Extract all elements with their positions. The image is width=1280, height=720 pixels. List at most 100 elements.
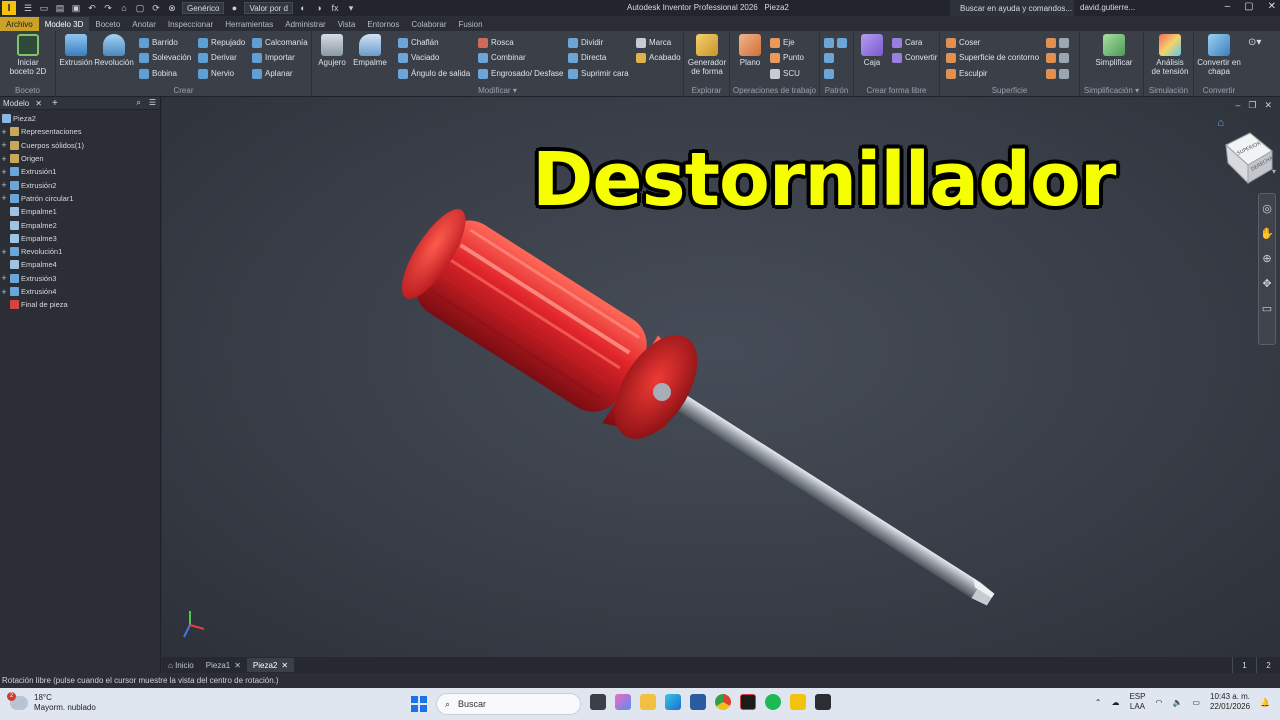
close-tab-icon[interactable]: ✕ — [234, 661, 241, 670]
tab-archivo[interactable]: Archivo — [0, 17, 39, 31]
surface-tools-1[interactable] — [1046, 36, 1072, 49]
group-label-modificar[interactable]: Modificar ▾ — [312, 86, 683, 95]
steering-wheel-icon[interactable]: ◎ — [1262, 202, 1272, 215]
copilot-icon[interactable] — [615, 694, 631, 710]
expand-icon[interactable]: + — [0, 193, 8, 203]
weather-widget[interactable]: 2 18°C Mayorm. nublado — [7, 692, 96, 713]
sketch-pattern-button[interactable] — [824, 67, 837, 80]
expand-icon[interactable]: + — [0, 154, 8, 164]
maximize-icon[interactable]: ▢ — [1244, 1, 1253, 12]
tree-root[interactable]: Pieza2 — [0, 112, 160, 125]
revolution-button[interactable]: Revolución — [94, 34, 134, 67]
surface-tools-2[interactable] — [1046, 51, 1072, 64]
add-browser-tab-icon[interactable]: + — [52, 98, 58, 109]
shell-button[interactable]: Vaciado — [398, 51, 439, 64]
circ-pattern-button[interactable] — [824, 51, 837, 64]
language-indicator[interactable]: ESP LAA — [1129, 692, 1145, 712]
axis-button[interactable]: Eje — [770, 36, 795, 49]
app-icon[interactable] — [740, 694, 756, 710]
rect-pattern-button[interactable] — [824, 36, 850, 49]
cancel-icon[interactable]: ⊗ — [166, 2, 178, 14]
file-explorer-icon[interactable] — [640, 694, 656, 710]
windows-start-icon[interactable] — [411, 696, 427, 712]
page-1[interactable]: 1 — [1232, 657, 1256, 673]
page-2[interactable]: 2 — [1256, 657, 1280, 673]
home-icon[interactable]: ⌂ — [118, 2, 130, 14]
tree-node[interactable]: Empalme1 — [0, 205, 160, 218]
expand-icon[interactable]: + — [0, 287, 8, 297]
material-combo[interactable]: Genérico — [182, 2, 225, 14]
tree-node[interactable]: + Extrusión3 — [0, 272, 160, 285]
tab-inspeccionar[interactable]: Inspeccionar — [162, 17, 219, 31]
draft-button[interactable]: Ángulo de salida — [398, 67, 470, 80]
tree-node[interactable]: + Extrusión1 — [0, 165, 160, 178]
sweep-button[interactable]: Barrido — [139, 36, 178, 49]
close-tab-icon[interactable]: ✕ — [281, 661, 288, 670]
tree-node[interactable]: + Cuerpos sólidos(1) — [0, 139, 160, 152]
browser-tab-modelo[interactable]: Modelo — [3, 99, 29, 108]
convert-sheet-metal-button[interactable]: Convertir en chapa — [1196, 34, 1242, 76]
qat-more-icon[interactable]: ▾ — [345, 2, 357, 14]
tree-node[interactable]: + Representaciones — [0, 125, 160, 138]
viewcube-menu-icon[interactable]: ▾ — [1272, 167, 1276, 176]
stress-analysis-button[interactable]: Análisis de tensión — [1148, 34, 1192, 76]
convert-button[interactable]: Convertir — [892, 51, 937, 64]
notifications-icon[interactable]: 🔔 — [1260, 698, 1270, 707]
coil-button[interactable]: Bobina — [139, 67, 177, 80]
thread-button[interactable]: Rosca — [478, 36, 514, 49]
close-icon[interactable]: ✕ — [1268, 1, 1276, 12]
stitch-button[interactable]: Coser — [946, 36, 980, 49]
viewcube[interactable]: SUPERIOR DERECHA — [1216, 127, 1275, 185]
inventor-logo-icon[interactable]: I — [2, 1, 16, 15]
doc-tab-pieza2[interactable]: Pieza2 ✕ — [246, 658, 295, 672]
wifi-icon[interactable]: ◠ — [1155, 698, 1162, 707]
open-folder-icon[interactable]: ▤ — [54, 2, 66, 14]
expand-icon[interactable]: + — [0, 247, 8, 257]
plane-button[interactable]: Plano — [730, 34, 770, 67]
tab-entornos[interactable]: Entornos — [361, 17, 405, 31]
tree-node[interactable]: + Extrusión4 — [0, 285, 160, 298]
volume-icon[interactable]: 🔈 — [1172, 698, 1182, 707]
direct-button[interactable]: Directa — [568, 51, 606, 64]
redo-icon[interactable]: ↷ — [102, 2, 114, 14]
tree-node[interactable]: + Revolución1 — [0, 245, 160, 258]
fx-icon[interactable]: fx — [329, 2, 341, 14]
expand-icon[interactable]: + — [0, 273, 8, 283]
tree-node[interactable]: Empalme2 — [0, 218, 160, 231]
tree-node[interactable]: Empalme4 — [0, 258, 160, 271]
look-at-icon[interactable]: ▭ — [1262, 302, 1272, 315]
file-menu-icon[interactable]: ☰ — [22, 2, 34, 14]
mark-button[interactable]: Marca — [636, 36, 671, 49]
tree-node[interactable]: Empalme3 — [0, 232, 160, 245]
hole-button[interactable]: Agujero — [312, 34, 352, 67]
chevron-up-icon[interactable]: ⌃ — [1095, 698, 1102, 707]
thicken-button[interactable]: Engrosado/ Desfase — [478, 67, 564, 80]
store-icon[interactable] — [690, 694, 706, 710]
chrome-icon[interactable] — [715, 694, 731, 710]
tab-boceto[interactable]: Boceto — [89, 17, 126, 31]
mirror-icon[interactable] — [837, 37, 847, 48]
tab-vista[interactable]: Vista — [332, 17, 362, 31]
task-view-icon[interactable] — [590, 694, 606, 710]
taskbar-search[interactable]: ⌕ Buscar — [436, 693, 581, 715]
tree-node[interactable]: + Extrusión2 — [0, 178, 160, 191]
finish-button[interactable]: Acabado — [636, 51, 681, 64]
ribbon-options-icon[interactable]: ⊙▾ — [1248, 37, 1261, 48]
zoom-icon[interactable]: ⊕ — [1262, 252, 1271, 265]
start-sketch-button[interactable]: Iniciar boceto 2D — [8, 34, 48, 76]
select-icon[interactable]: ▢ — [134, 2, 146, 14]
search-icon[interactable]: ⌕ — [136, 98, 140, 108]
color-icon[interactable]: ◐ — [297, 2, 309, 14]
extrusion-button[interactable]: Extrusión — [56, 34, 96, 67]
shape-generator-button[interactable]: Generador de forma — [687, 34, 727, 76]
pan-icon[interactable]: ✋ — [1260, 227, 1274, 240]
combine-button[interactable]: Combinar — [478, 51, 526, 64]
update-icon[interactable]: ⟳ — [150, 2, 162, 14]
menu-icon[interactable]: ☰ — [149, 98, 156, 108]
help-search-input[interactable]: Buscar en ayuda y comandos... — [950, 0, 1074, 16]
chamfer-button[interactable]: Chaflán — [398, 36, 439, 49]
split-button[interactable]: Dividir — [568, 36, 603, 49]
import-button[interactable]: Importar — [252, 51, 295, 64]
battery-icon[interactable]: ▭ — [1192, 698, 1200, 707]
clock[interactable]: 10:43 a. m. 22/01/2026 — [1210, 692, 1250, 712]
